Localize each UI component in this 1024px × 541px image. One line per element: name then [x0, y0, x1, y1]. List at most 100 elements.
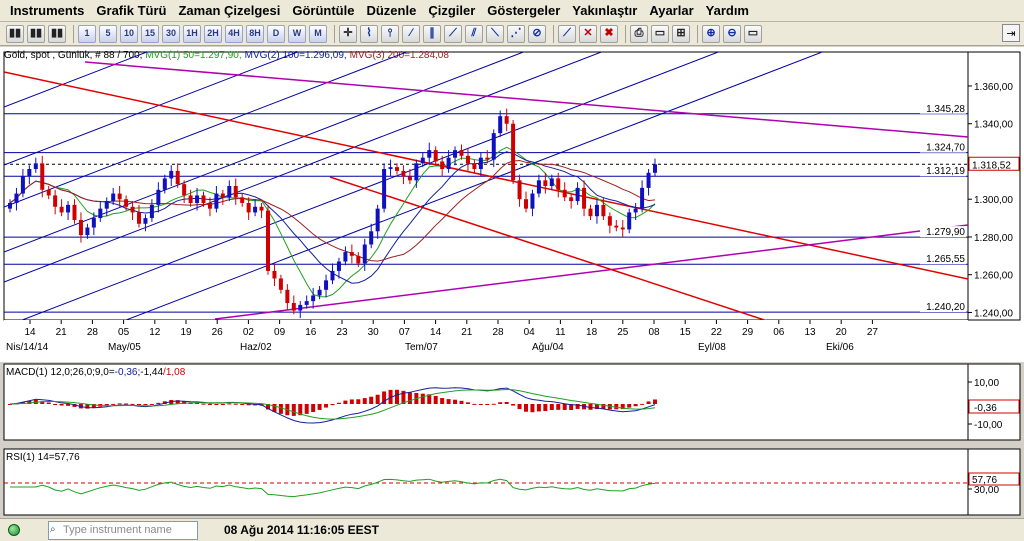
candle-body [266, 210, 270, 271]
price-chart-pane: Gold, spot , Günlük, # 88 / 700, MVG(1) … [0, 47, 1024, 367]
timeframe-button-7[interactable]: 4H [225, 24, 243, 43]
timeframe-button-2[interactable]: 10 [120, 24, 138, 43]
menu-item-3[interactable]: Görüntüle [286, 0, 360, 22]
delete-icon[interactable]: ✕ [579, 24, 597, 43]
candle-body [233, 186, 238, 198]
arrow-tool-icon[interactable]: ⟋ [558, 24, 576, 43]
candle-body [14, 193, 19, 203]
candle-body [201, 195, 206, 203]
properties-icon[interactable]: ⊞ [672, 24, 690, 43]
instrument-search-input[interactable] [48, 520, 198, 540]
chart-header: Gold, spot , Günlük, # 88 / 700, MVG(1) … [4, 50, 449, 61]
candle-body [78, 219, 83, 236]
candle-body [601, 204, 606, 217]
toolbar-separator [697, 24, 698, 43]
candle-body [66, 204, 71, 213]
candle-body [72, 204, 77, 220]
x-tick-label: 14 [24, 327, 36, 338]
cycle-lines-icon[interactable]: ⊘ [528, 24, 546, 43]
menu-item-7[interactable]: Yakınlaştır [566, 0, 643, 22]
candle-body [556, 178, 561, 190]
gann-fan-icon[interactable]: ⋰ [507, 24, 525, 43]
copy-icon[interactable]: ▭ [651, 24, 669, 43]
timeframe-button-4[interactable]: 30 [162, 24, 180, 43]
x-month-label: Ağu/04 [532, 342, 564, 353]
level-label: 1.345,28 [926, 104, 965, 115]
timeframe-button-0[interactable]: 1 [78, 24, 96, 43]
x-tick-label: 26 [212, 327, 224, 338]
menu-item-6[interactable]: Göstergeler [481, 0, 566, 22]
timeframe-button-1[interactable]: 5 [99, 24, 117, 43]
candle-body [530, 193, 535, 209]
timeframe-button-8[interactable]: 8H [246, 24, 264, 43]
macd-histogram-bar [446, 399, 451, 404]
menu-item-2[interactable]: Zaman Çizelgesi [172, 0, 286, 22]
candle-body [614, 225, 619, 228]
macd-histogram-bar [362, 398, 367, 404]
timeframe-button-9[interactable]: D [267, 24, 285, 43]
candle-body [40, 163, 45, 190]
zoom-in-icon[interactable]: ⊕ [702, 24, 720, 43]
trendline-icon[interactable]: ∕ [402, 24, 420, 43]
macd-histogram-bar [633, 404, 638, 407]
print-icon[interactable]: ⎙ [630, 24, 648, 43]
x-tick-label: 19 [180, 327, 192, 338]
candle-body [33, 163, 38, 170]
menu-item-4[interactable]: Düzenle [360, 0, 422, 22]
y-tick-label: 1.260,00 [974, 271, 1013, 282]
ray-icon[interactable]: ⟍ [486, 24, 504, 43]
pin-icon[interactable]: ⇥ [1002, 24, 1020, 42]
timeframe-button-6[interactable]: 2H [204, 24, 222, 43]
macd-histogram-bar [214, 404, 219, 405]
macd-histogram-bar [336, 402, 341, 404]
candle-body [440, 161, 445, 170]
menu-item-5[interactable]: Çizgiler [422, 0, 481, 22]
menu-item-1[interactable]: Grafik Türü [90, 0, 172, 22]
chart-type-icon-1[interactable]: ▮▮ [27, 24, 45, 43]
channel-icon[interactable]: ∥ [423, 24, 441, 43]
candle-body [20, 176, 25, 194]
timeframe-button-11[interactable]: M [309, 24, 327, 43]
menu-item-0[interactable]: Instruments [4, 0, 90, 22]
andrews-pitchfork-icon[interactable]: ⫽ [465, 24, 483, 43]
candle-body [543, 180, 548, 186]
chart-type-icon-0[interactable]: ▮▮ [6, 24, 24, 43]
macd-histogram-bar [46, 402, 51, 404]
candle-body [446, 157, 451, 170]
macd-histogram-bar [156, 402, 161, 404]
delete-all-icon[interactable]: ✖ [600, 24, 618, 43]
macd-pane: MACD(1) 12,0;26,0;9,0=-0,36;-1,44/1,0810… [0, 362, 1024, 444]
candle-body [369, 231, 374, 245]
crosshair-icon[interactable]: ✛ [339, 24, 357, 43]
candle-body [317, 289, 322, 296]
candle-body [575, 187, 580, 202]
macd-val1: -0,36 [115, 367, 138, 378]
zoom-out-icon[interactable]: ⊖ [723, 24, 741, 43]
menu-item-8[interactable]: Ayarlar [643, 0, 699, 22]
x-tick-label: 25 [617, 327, 629, 338]
macd-histogram-bar [498, 402, 503, 404]
timeframe-button-10[interactable]: W [288, 24, 306, 43]
macd-histogram-bar [233, 403, 238, 405]
macd-histogram-bar [137, 404, 141, 405]
candle-body [156, 189, 161, 205]
candle-body [504, 116, 509, 124]
x-tick-label: 13 [804, 327, 816, 338]
zoom-reset-icon[interactable]: ▭ [744, 24, 762, 43]
vertical-line-icon[interactable]: ⫯ [381, 24, 399, 43]
line-tool-icon[interactable]: ⌇ [360, 24, 378, 43]
y-tick-label: 1.360,00 [974, 82, 1013, 93]
level-label: 1.324,70 [926, 143, 965, 154]
fibonacci-icon[interactable]: ⟋ [444, 24, 462, 43]
candle-body [253, 206, 258, 213]
status-timestamp: 08 Ağu 2014 11:16:05 EEST [224, 523, 379, 537]
timeframe-button-5[interactable]: 1H [183, 24, 201, 43]
menu-item-9[interactable]: Yardım [700, 0, 755, 22]
chart-type-icon-2[interactable]: ▮▮ [48, 24, 66, 43]
chart-area[interactable]: Gold, spot , Günlük, # 88 / 700, MVG(1) … [0, 47, 1024, 517]
rsi-plot-frame [3, 448, 969, 516]
candle-body [478, 157, 483, 170]
timeframe-button-3[interactable]: 15 [141, 24, 159, 43]
candle-body [291, 303, 296, 311]
macd-histogram-bar [472, 403, 477, 405]
